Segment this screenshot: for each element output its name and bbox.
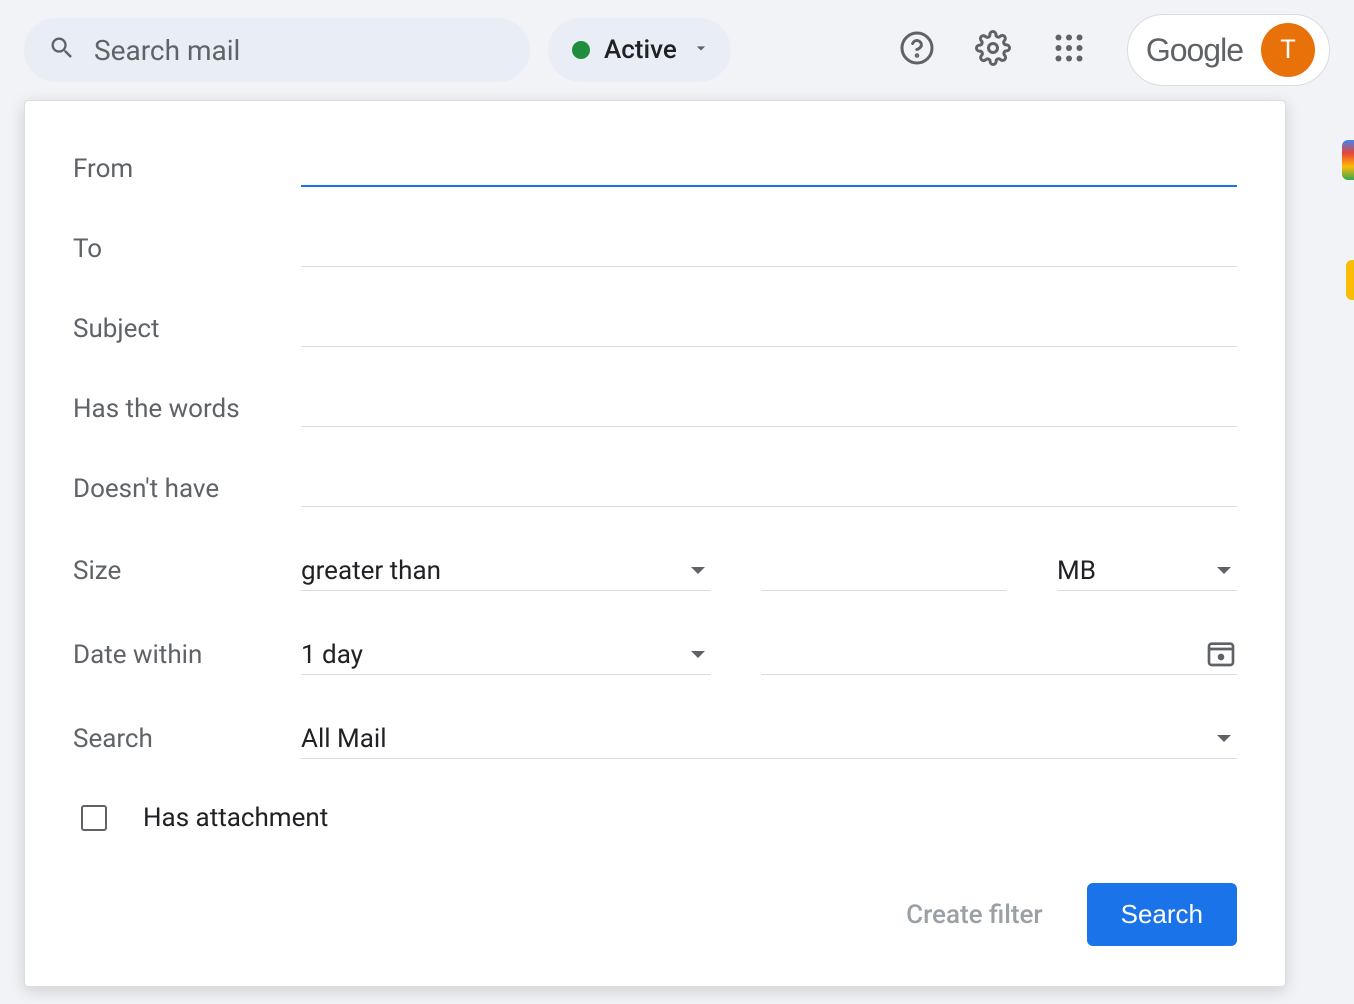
- subject-input[interactable]: [301, 311, 1237, 347]
- subject-label: Subject: [73, 314, 301, 344]
- calendar-icon[interactable]: [1205, 637, 1237, 673]
- from-row: From: [73, 151, 1237, 187]
- status-label: Active: [604, 35, 677, 65]
- date-within-row: Date within 1 day: [73, 635, 1237, 675]
- help-icon: [899, 30, 935, 70]
- size-unit-select[interactable]: MB: [1057, 551, 1237, 591]
- subject-row: Subject: [73, 311, 1237, 347]
- caret-down-icon: [1217, 567, 1231, 574]
- date-within-label: Date within: [73, 640, 301, 670]
- size-label: Size: [73, 556, 301, 586]
- date-within-select[interactable]: 1 day: [301, 635, 711, 675]
- doesnt-have-input[interactable]: [301, 471, 1237, 507]
- has-attachment-checkbox[interactable]: [81, 805, 107, 831]
- search-icon: [48, 34, 76, 66]
- has-words-input[interactable]: [301, 391, 1237, 427]
- advanced-search-panel: From To Subject Has the words Doesn't ha…: [24, 100, 1286, 987]
- to-row: To: [73, 231, 1237, 267]
- apps-button[interactable]: [1049, 30, 1089, 70]
- caret-down-icon: [1217, 735, 1231, 742]
- date-input[interactable]: [761, 641, 1205, 669]
- size-row: Size greater than MB: [73, 551, 1237, 591]
- create-filter-button[interactable]: Create filter: [906, 900, 1043, 930]
- search-bar[interactable]: Search mail: [24, 18, 530, 82]
- search-scope-row: Search All Mail: [73, 719, 1237, 759]
- has-attachment-row: Has attachment: [81, 803, 1237, 833]
- to-input[interactable]: [301, 231, 1237, 267]
- caret-down-icon: [691, 567, 705, 574]
- doesnt-have-label: Doesn't have: [73, 474, 301, 504]
- size-comparator-select[interactable]: greater than: [301, 551, 711, 591]
- caret-down-icon: [691, 651, 705, 658]
- status-dot-icon: [572, 41, 590, 59]
- status-selector[interactable]: Active: [548, 18, 731, 82]
- header-icon-group: [897, 30, 1089, 70]
- has-words-label: Has the words: [73, 394, 301, 424]
- avatar[interactable]: T: [1261, 23, 1315, 77]
- search-placeholder: Search mail: [94, 34, 240, 67]
- search-scope-select[interactable]: All Mail: [301, 719, 1237, 759]
- search-scope-value: All Mail: [301, 724, 1209, 754]
- has-words-row: Has the words: [73, 391, 1237, 427]
- size-unit-value: MB: [1057, 556, 1209, 586]
- app-header: Search mail Active Google T: [0, 0, 1354, 100]
- apps-grid-icon: [1051, 30, 1087, 70]
- help-button[interactable]: [897, 30, 937, 70]
- from-label: From: [73, 154, 301, 184]
- side-panel-app-icon[interactable]: [1346, 260, 1354, 300]
- size-value-input[interactable]: [761, 551, 1007, 591]
- from-input[interactable]: [301, 151, 1237, 187]
- date-input-wrap: [761, 635, 1237, 675]
- avatar-initial: T: [1280, 35, 1296, 65]
- actions-row: Create filter Search: [73, 883, 1237, 946]
- doesnt-have-row: Doesn't have: [73, 471, 1237, 507]
- search-scope-label: Search: [73, 724, 301, 754]
- search-button[interactable]: Search: [1087, 883, 1237, 946]
- account-switcher[interactable]: Google T: [1127, 14, 1330, 86]
- google-logo: Google: [1146, 32, 1243, 69]
- settings-button[interactable]: [973, 30, 1013, 70]
- gear-icon: [975, 30, 1011, 70]
- to-label: To: [73, 234, 301, 264]
- size-comparator-value: greater than: [301, 556, 683, 586]
- has-attachment-label: Has attachment: [143, 803, 328, 833]
- chevron-down-icon: [691, 38, 711, 62]
- date-within-value: 1 day: [301, 640, 683, 670]
- side-panel-app-icon[interactable]: [1342, 140, 1354, 180]
